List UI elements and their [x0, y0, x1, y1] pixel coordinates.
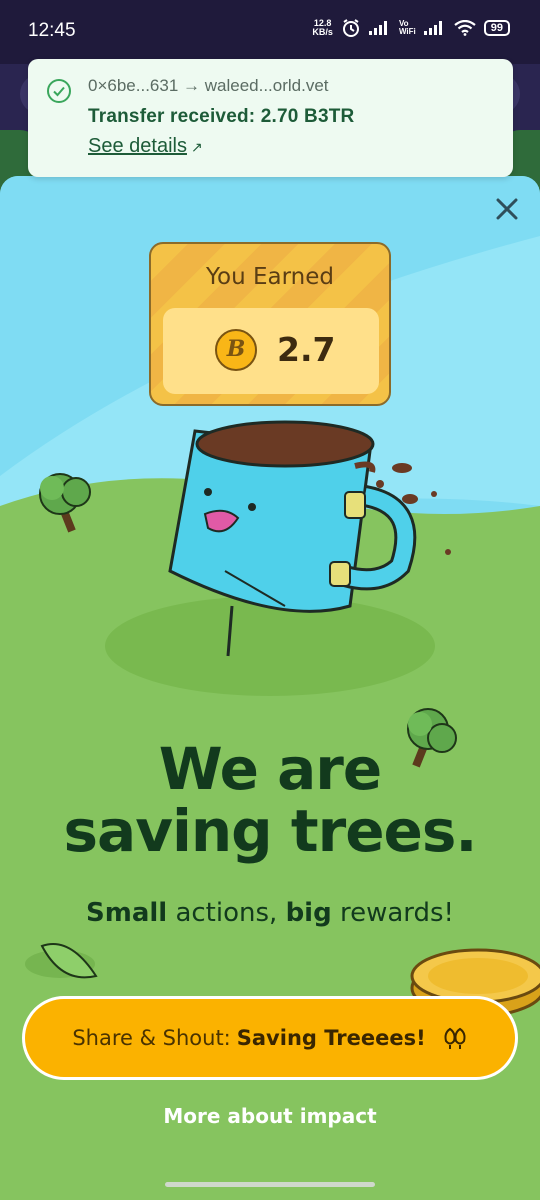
tagline-text-2: rewards!: [331, 898, 454, 928]
tagline-bold-2: big: [285, 898, 332, 928]
signal-icon: [368, 21, 387, 35]
more-about-impact-link[interactable]: More about impact: [0, 1104, 540, 1128]
notification-route: 0×6be...631 → waleed...orld.vet: [88, 76, 329, 95]
earned-amount-panel: B 2.7: [163, 308, 379, 394]
coin-symbol: B: [226, 336, 246, 362]
tagline-text-1: actions,: [167, 898, 286, 928]
headline-line2: saving trees.: [63, 797, 478, 865]
headline: We are saving trees.: [0, 738, 540, 862]
earned-title: You Earned: [206, 264, 334, 290]
share-button-emphasis: Saving Treeees!: [236, 1026, 426, 1050]
reward-sheet: You Earned B 2.7 We are saving trees. Sm…: [0, 176, 540, 1200]
status-icons: 12.8 KB/s Vo WiFi 99: [312, 18, 510, 38]
close-icon[interactable]: [494, 196, 520, 222]
see-details-label: See details: [88, 135, 187, 157]
b3tr-coin-icon: B: [215, 329, 257, 371]
notification-message: Transfer received: 2.70 B3TR: [88, 106, 355, 127]
battery-icon: 99: [483, 20, 510, 36]
tagline-bold-1: Small: [86, 898, 168, 928]
status-time: 12:45: [28, 20, 76, 41]
share-button-prefix: Share & Shout:: [72, 1026, 231, 1050]
headline-line1: We are: [158, 735, 383, 803]
vowifi-icon: Vo WiFi: [399, 20, 416, 36]
alarm-icon: [342, 19, 359, 37]
home-indicator[interactable]: [165, 1182, 375, 1187]
external-link-icon: ↗: [190, 139, 203, 155]
network-speed: 12.8 KB/s: [312, 19, 333, 37]
earned-amount: 2.7: [277, 330, 336, 369]
trees-icon: [444, 1027, 466, 1049]
wifi-icon: [454, 20, 476, 36]
share-button[interactable]: Share & Shout: Saving Treeees!: [22, 996, 518, 1080]
see-details-link[interactable]: See details ↗: [88, 135, 203, 158]
tagline: Small actions, big rewards!: [0, 898, 540, 928]
status-bar: 12:45 12.8 KB/s Vo WiFi 99: [0, 0, 540, 64]
signal-icon-2: [423, 21, 442, 35]
earned-card: You Earned B 2.7: [149, 242, 391, 406]
check-circle-icon: [47, 79, 71, 103]
vowifi-bottom: WiFi: [398, 27, 416, 36]
network-speed-unit: KB/s: [312, 27, 333, 37]
transfer-notification[interactable]: 0×6be...631 → waleed...orld.vet Transfer…: [28, 59, 513, 177]
